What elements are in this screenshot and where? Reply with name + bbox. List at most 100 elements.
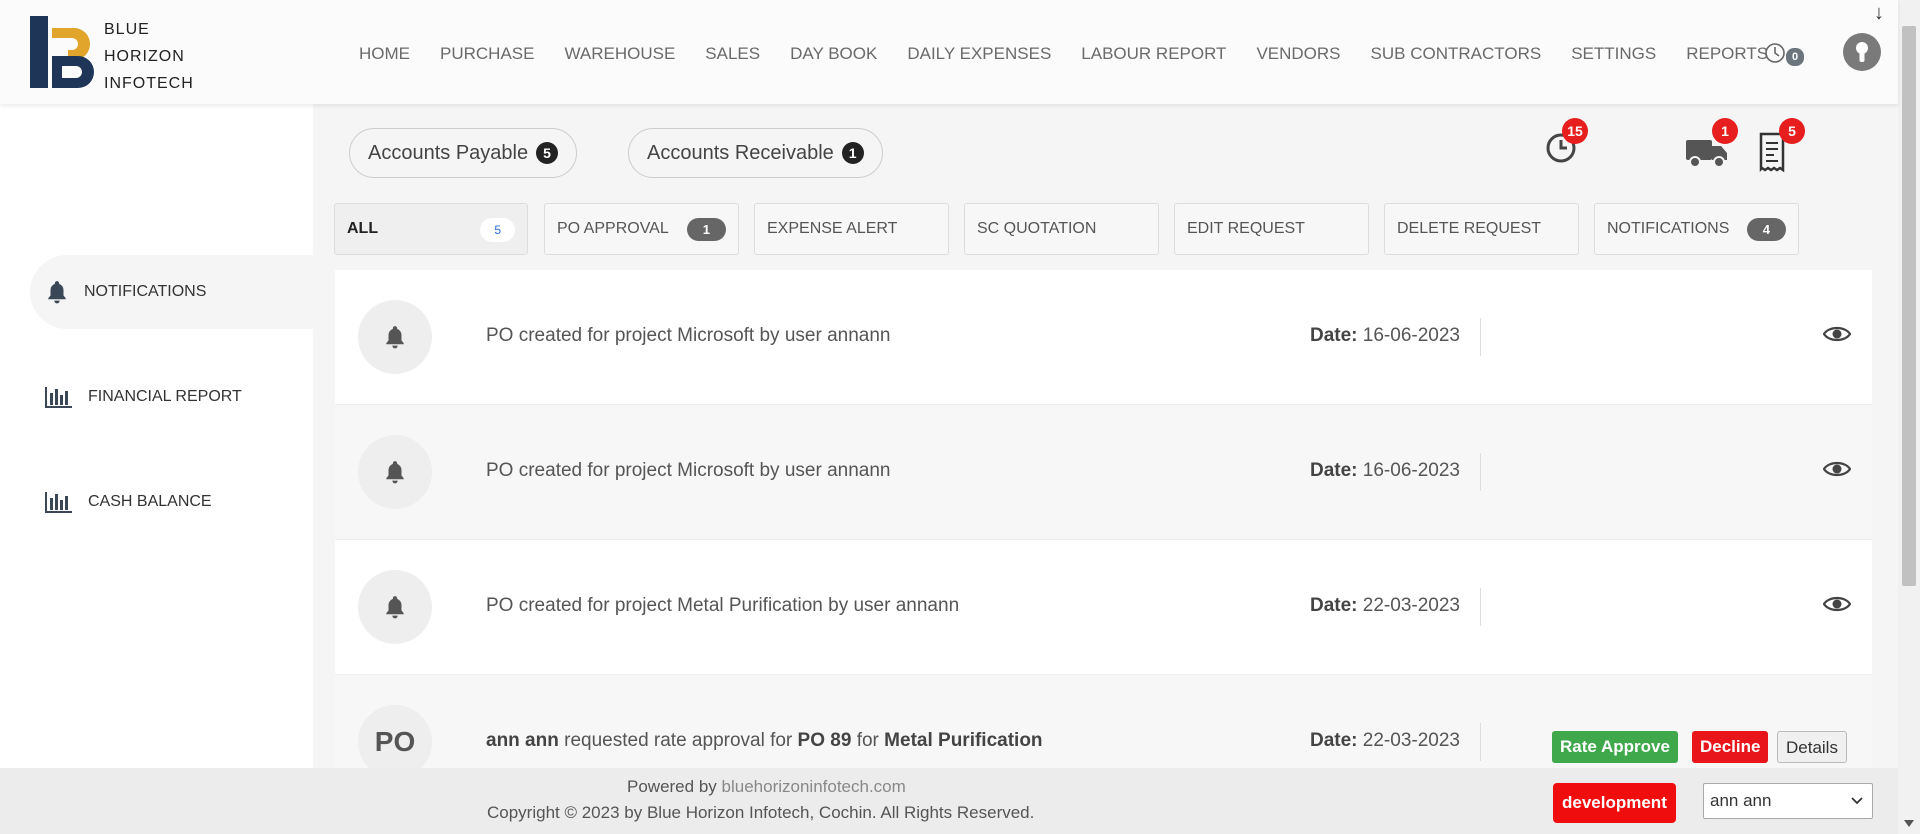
- delivery-button[interactable]: 1: [1684, 118, 1744, 174]
- accounts-receivable-label: Accounts Receivable: [647, 141, 834, 164]
- notification-message: PO created for project Microsoft by user…: [486, 460, 891, 481]
- tab-all[interactable]: ALL 5: [334, 203, 528, 255]
- accounts-payable-label: Accounts Payable: [368, 141, 529, 164]
- scroll-down-arrow-icon[interactable]: ↓: [1874, 2, 1884, 25]
- bell-icon: [386, 326, 404, 349]
- date-label: Date:: [1310, 325, 1358, 346]
- header-clock-button[interactable]: 0: [1764, 42, 1805, 68]
- environment-badge[interactable]: development: [1553, 783, 1676, 823]
- notification-list: PO created for project Microsoft by user…: [335, 270, 1872, 810]
- accounts-receivable-button[interactable]: Accounts Receivable 1: [628, 128, 883, 178]
- page-scrollbar[interactable]: [1898, 0, 1920, 834]
- receipt-button[interactable]: 5: [1757, 118, 1807, 176]
- notification-avatar: [358, 300, 432, 374]
- powered-by: Powered by bluehorizoninfotech.com: [627, 777, 906, 797]
- bell-icon: [48, 281, 66, 304]
- sidebar-item-cash-balance[interactable]: CASH BALANCE: [30, 465, 313, 539]
- brand-name: BLUE HORIZON INFOTECH: [104, 16, 194, 97]
- truck-count-badge: 1: [1712, 118, 1738, 144]
- main-nav: HOME PURCHASE WAREHOUSE SALES DAY BOOK D…: [359, 44, 1798, 64]
- date-value: 22-03-2023: [1362, 730, 1460, 751]
- nav-sales[interactable]: SALES: [705, 44, 760, 64]
- view-eye-icon[interactable]: [1823, 459, 1851, 479]
- tab-notifications[interactable]: NOTIFICATIONS 4: [1594, 203, 1799, 255]
- receipt-count-badge: 5: [1779, 118, 1805, 144]
- tab-expense-alert[interactable]: EXPENSE ALERT: [754, 203, 949, 255]
- bar-chart-icon: [45, 387, 72, 408]
- user-select[interactable]: ann ann: [1703, 783, 1873, 819]
- nav-daily-expenses[interactable]: DAILY EXPENSES: [907, 44, 1051, 64]
- timer-count-badge: 15: [1562, 118, 1588, 144]
- rate-request-message: ann ann requested rate approval for PO 8…: [486, 730, 1043, 752]
- scrollbar-down-icon[interactable]: [1904, 820, 1914, 828]
- tab-sc-quotation[interactable]: SC QUOTATION: [964, 203, 1159, 255]
- sidebar-item-notifications[interactable]: NOTIFICATIONS: [30, 255, 313, 329]
- nav-day-book[interactable]: DAY BOOK: [790, 44, 877, 64]
- copyright-text: Copyright © 2023 by Blue Horizon Infotec…: [487, 803, 1035, 822]
- sidebar-item-label: NOTIFICATIONS: [84, 283, 207, 300]
- chevron-down-icon: [1851, 797, 1863, 805]
- details-button[interactable]: Details: [1777, 731, 1847, 763]
- nav-settings[interactable]: SETTINGS: [1571, 44, 1656, 64]
- view-eye-icon[interactable]: [1823, 324, 1851, 344]
- date-label: Date:: [1310, 595, 1358, 616]
- request-text-for: for: [856, 730, 879, 751]
- notification-date: Date: 16-06-2023: [1310, 318, 1481, 356]
- tab-count: 1: [686, 218, 726, 241]
- nav-reports[interactable]: REPORTS: [1686, 44, 1768, 64]
- sidebar: NOTIFICATIONS FINANCIAL REPORT CASH BALA…: [0, 104, 313, 768]
- sidebar-item-label: CASH BALANCE: [88, 493, 212, 510]
- accounts-payable-button[interactable]: Accounts Payable 5: [349, 128, 577, 178]
- list-item: PO created for project Microsoft by user…: [335, 270, 1872, 405]
- rate-approve-button[interactable]: Rate Approve: [1552, 731, 1678, 763]
- tab-edit-request[interactable]: EDIT REQUEST: [1174, 203, 1369, 255]
- logo-mark-icon: [30, 16, 94, 88]
- nav-warehouse[interactable]: WAREHOUSE: [564, 44, 675, 64]
- nav-labour-report[interactable]: LABOUR REPORT: [1081, 44, 1226, 64]
- list-item: PO created for project Metal Purificatio…: [335, 540, 1872, 675]
- decline-button[interactable]: Decline: [1692, 731, 1769, 763]
- tab-label: DELETE REQUEST: [1397, 220, 1542, 237]
- footer: Powered by bluehorizoninfotech.com Copyr…: [0, 768, 1898, 834]
- notification-avatar: [358, 435, 432, 509]
- tab-label: EDIT REQUEST: [1187, 220, 1305, 237]
- pending-timer-button[interactable]: 15: [1544, 118, 1604, 170]
- notification-date: Date: 22-03-2023: [1310, 723, 1481, 761]
- tab-delete-request[interactable]: DELETE REQUEST: [1384, 203, 1579, 255]
- user-avatar[interactable]: [1843, 33, 1881, 71]
- sidebar-item-label: FINANCIAL REPORT: [88, 388, 242, 405]
- user-select-value: ann ann: [1710, 791, 1772, 810]
- top-header: BLUE HORIZON INFOTECH HOME PURCHASE WARE…: [0, 0, 1898, 104]
- view-eye-icon[interactable]: [1823, 594, 1851, 614]
- scrollbar-thumb[interactable]: [1902, 26, 1916, 586]
- clock-icon: [1765, 43, 1785, 63]
- powered-prefix: Powered by: [627, 777, 717, 796]
- request-text: requested rate approval for: [564, 730, 793, 751]
- tab-label: SC QUOTATION: [977, 220, 1097, 237]
- accounts-receivable-count: 1: [841, 142, 864, 164]
- po-number: PO 89: [797, 730, 852, 751]
- tab-label: EXPENSE ALERT: [767, 220, 898, 237]
- powered-link[interactable]: bluehorizoninfotech.com: [722, 777, 906, 796]
- bell-icon: [386, 596, 404, 619]
- clock-count-badge: 0: [1786, 48, 1805, 66]
- tab-label: NOTIFICATIONS: [1607, 220, 1730, 237]
- notification-message: PO created for project Microsoft by user…: [486, 325, 891, 346]
- tab-po-approval[interactable]: PO APPROVAL 1: [544, 203, 739, 255]
- date-value: 16-06-2023: [1362, 460, 1460, 481]
- date-value: 16-06-2023: [1362, 325, 1460, 346]
- nav-purchase[interactable]: PURCHASE: [440, 44, 534, 64]
- bell-icon: [386, 461, 404, 484]
- notification-date: Date: 16-06-2023: [1310, 453, 1481, 491]
- bar-chart-icon: [45, 492, 72, 513]
- list-item: PO created for project Microsoft by user…: [335, 405, 1872, 540]
- date-label: Date:: [1310, 730, 1358, 751]
- nav-vendors[interactable]: VENDORS: [1256, 44, 1340, 64]
- brand-line-1: BLUE: [104, 21, 150, 38]
- sidebar-item-financial-report[interactable]: FINANCIAL REPORT: [30, 360, 313, 434]
- brand-logo[interactable]: BLUE HORIZON INFOTECH: [28, 14, 198, 94]
- nav-home[interactable]: HOME: [359, 44, 410, 64]
- tab-label: ALL: [347, 220, 379, 237]
- nav-sub-contractors[interactable]: SUB CONTRACTORS: [1371, 44, 1542, 64]
- tab-count: 4: [1746, 218, 1786, 241]
